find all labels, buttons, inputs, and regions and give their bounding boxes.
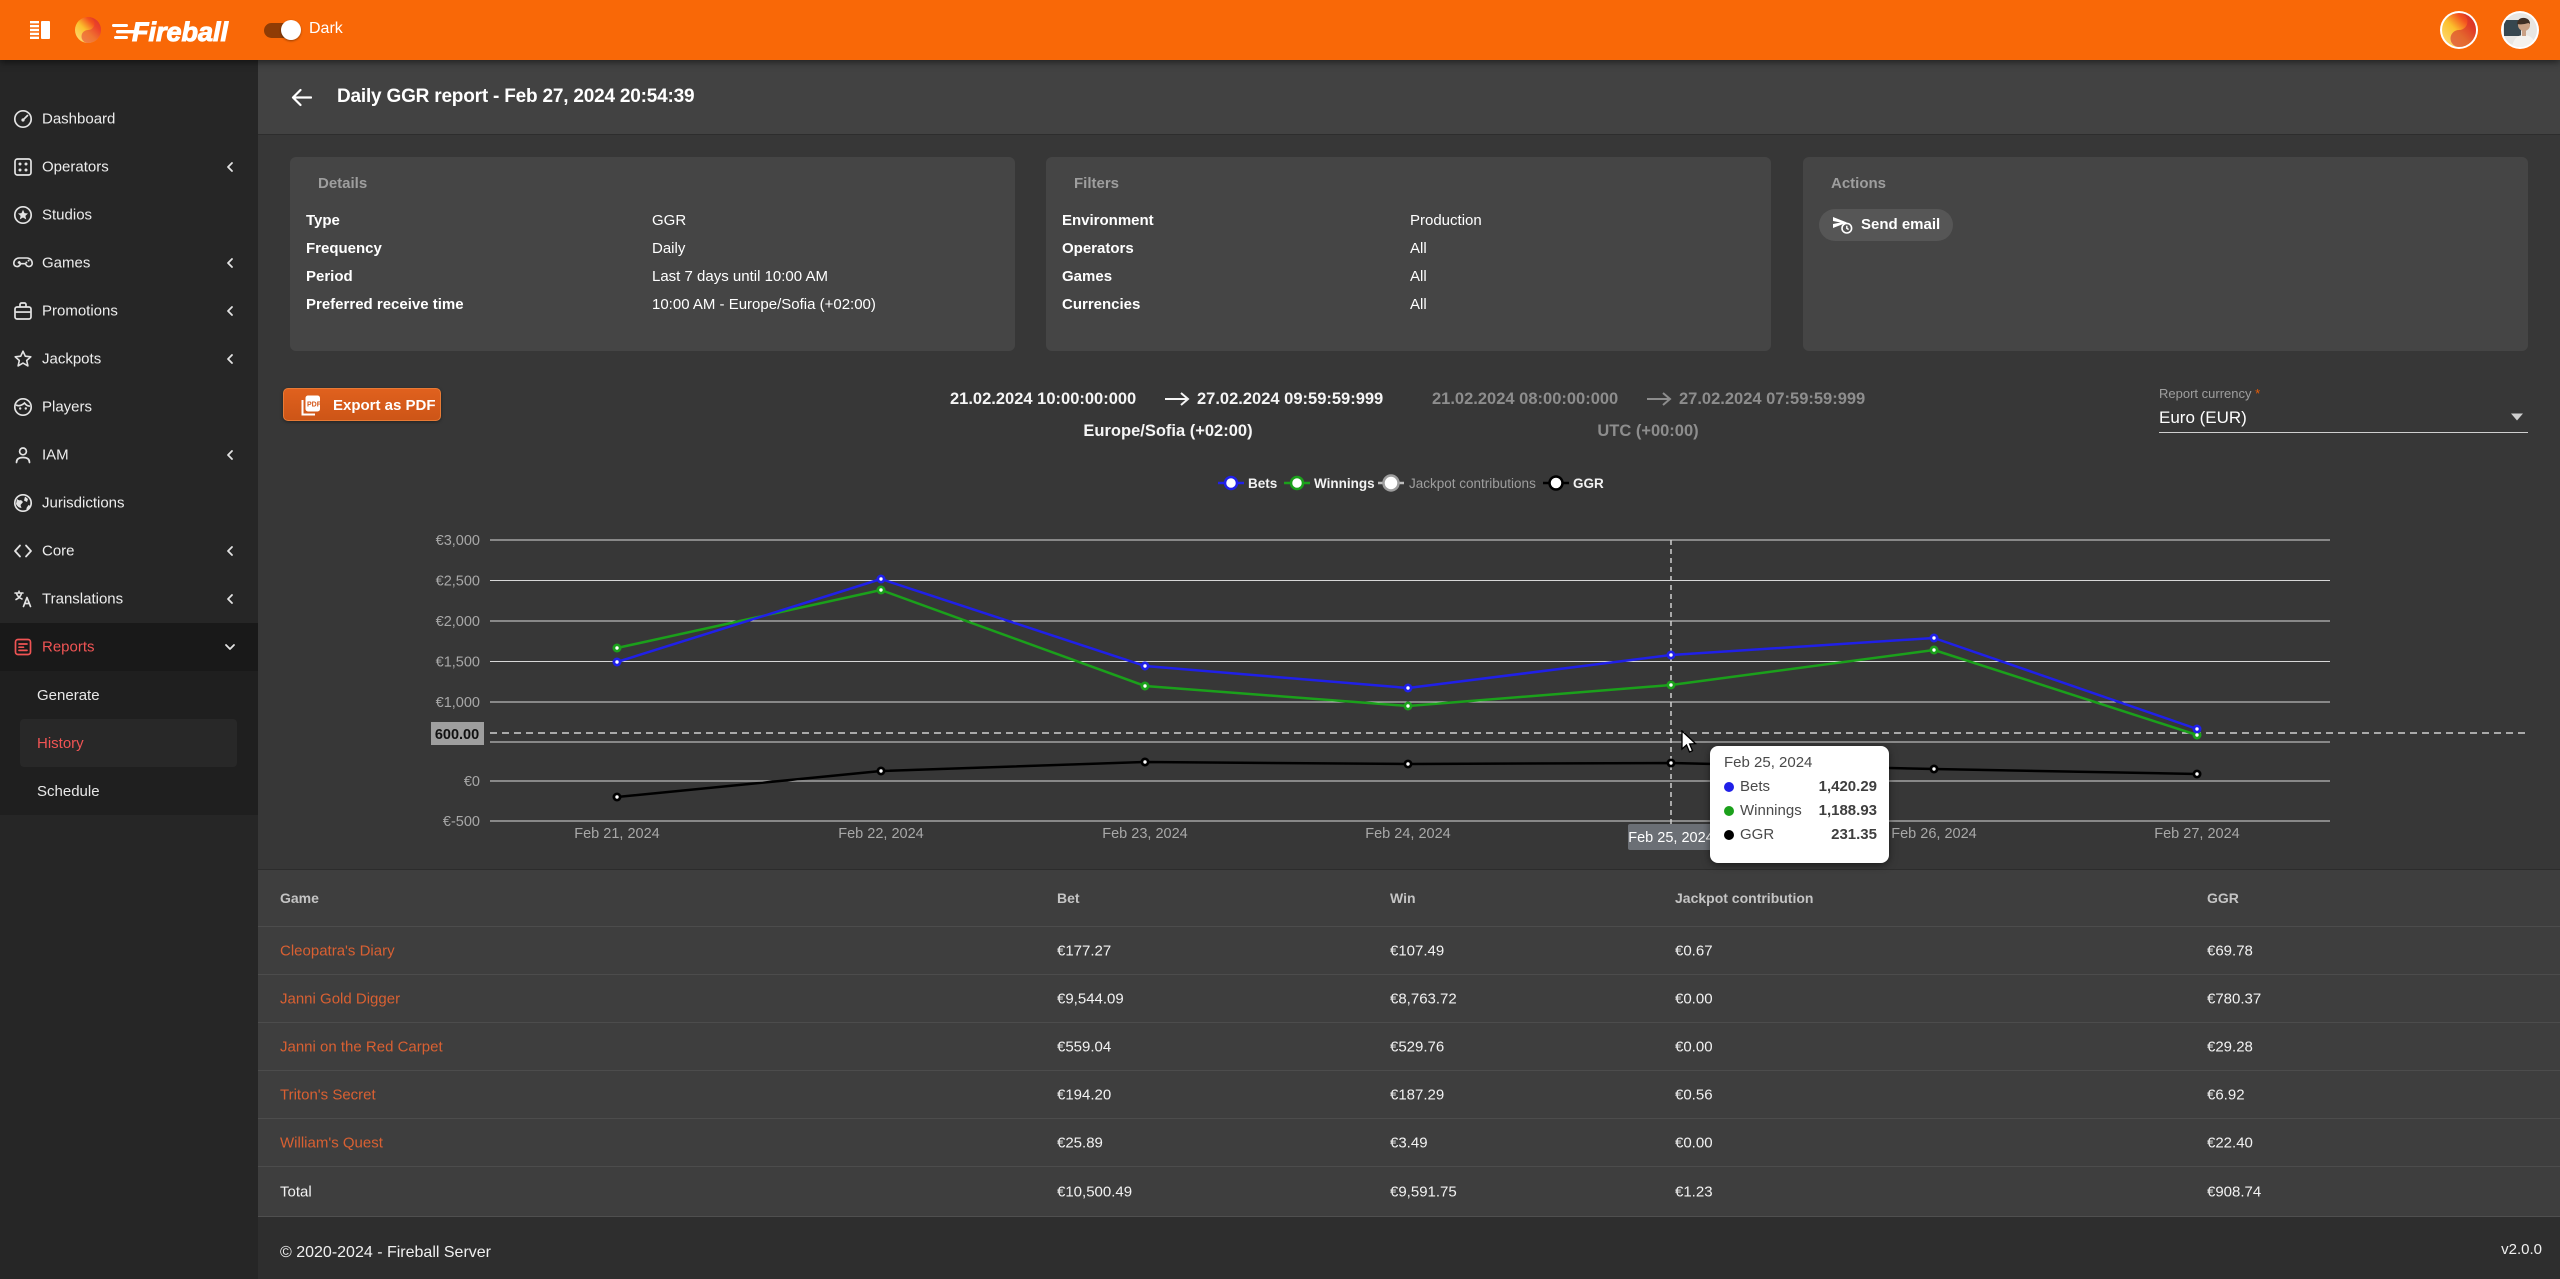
svg-text:Feb 26, 2024: Feb 26, 2024 bbox=[1891, 826, 1976, 842]
svg-text:PDF: PDF bbox=[307, 402, 322, 409]
svg-text:€2,500: €2,500 bbox=[436, 574, 480, 590]
svg-text:Feb 24, 2024: Feb 24, 2024 bbox=[1365, 826, 1450, 842]
svg-text:Fireball: Fireball bbox=[132, 17, 229, 47]
svg-text:€3,000: €3,000 bbox=[436, 533, 480, 549]
svg-text:€2,000: €2,000 bbox=[436, 614, 480, 630]
svg-text:€1,500: €1,500 bbox=[436, 655, 480, 671]
svg-text:Feb 23, 2024: Feb 23, 2024 bbox=[1102, 826, 1187, 842]
svg-text:Feb 25, 2024: Feb 25, 2024 bbox=[1628, 830, 1713, 846]
svg-text:Bets: Bets bbox=[1248, 476, 1277, 491]
svg-text:€-500: €-500 bbox=[443, 814, 480, 830]
svg-text:€1,000: €1,000 bbox=[436, 695, 480, 711]
svg-text:€0: €0 bbox=[464, 774, 480, 790]
svg-text:Feb 27, 2024: Feb 27, 2024 bbox=[2154, 826, 2239, 842]
svg-text:Winnings: Winnings bbox=[1314, 476, 1375, 491]
svg-text:Feb 21, 2024: Feb 21, 2024 bbox=[574, 826, 659, 842]
svg-text:600.00: 600.00 bbox=[435, 727, 479, 743]
svg-text:Feb 22, 2024: Feb 22, 2024 bbox=[838, 826, 923, 842]
svg-text:Jackpot contributions: Jackpot contributions bbox=[1409, 476, 1536, 491]
svg-text:GGR: GGR bbox=[1573, 476, 1604, 491]
